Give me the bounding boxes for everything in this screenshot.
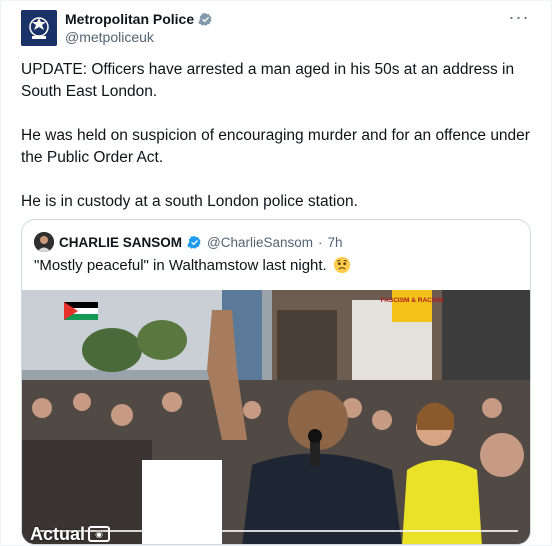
tweet-paragraph: He was held on suspicion of encouraging … (21, 127, 530, 166)
quoted-author-handle[interactable]: @CharlieSansom (207, 235, 313, 250)
worried-face-emoji-icon (333, 256, 350, 274)
watermark-text: Actual (30, 523, 86, 544)
quoted-text-content: "Mostly peaceful" in Walthamstow last ni… (34, 256, 327, 274)
tweet-paragraph: UPDATE: Officers have arrested a man age… (21, 61, 515, 100)
quoted-timestamp[interactable]: 7h (328, 235, 343, 250)
met-police-crest-icon (21, 10, 57, 46)
quoted-avatar[interactable] (34, 232, 54, 252)
verified-badge-icon (187, 235, 201, 249)
author-handle[interactable]: @metpoliceuk (65, 29, 154, 45)
camera-icon: ◉ (88, 526, 111, 542)
quoted-author-name[interactable]: CHARLIE SANSOM (59, 235, 182, 250)
video-media[interactable]: FASCISM & RACISM Actual ◉ (22, 290, 530, 544)
author-name[interactable]: Metropolitan Police (65, 11, 194, 27)
video-watermark: Actual ◉ (30, 522, 111, 544)
tweet-header: Metropolitan Police @metpoliceuk ··· (21, 8, 535, 46)
quoted-tweet-header: CHARLIE SANSOM @CharlieSansom · 7h (34, 232, 343, 252)
tweet-text: UPDATE: Officers have arrested a man age… (21, 59, 531, 235)
quoted-text: "Mostly peaceful" in Walthamstow last ni… (34, 256, 351, 274)
protest-sign-text: FASCISM & RACISM (381, 297, 444, 304)
separator-dot: · (318, 234, 323, 250)
tweet-paragraph: He is in custody at a south London polic… (21, 193, 358, 210)
tweet-card[interactable]: Metropolitan Police @metpoliceuk ··· UPD… (0, 0, 552, 546)
verified-badge-icon (198, 12, 212, 26)
quoted-tweet[interactable]: CHARLIE SANSOM @CharlieSansom · 7h "Most… (21, 219, 531, 545)
protest-crowd-image: FASCISM & RACISM (22, 290, 530, 544)
avatar[interactable] (21, 10, 57, 46)
more-options-icon[interactable]: ··· (507, 8, 531, 30)
